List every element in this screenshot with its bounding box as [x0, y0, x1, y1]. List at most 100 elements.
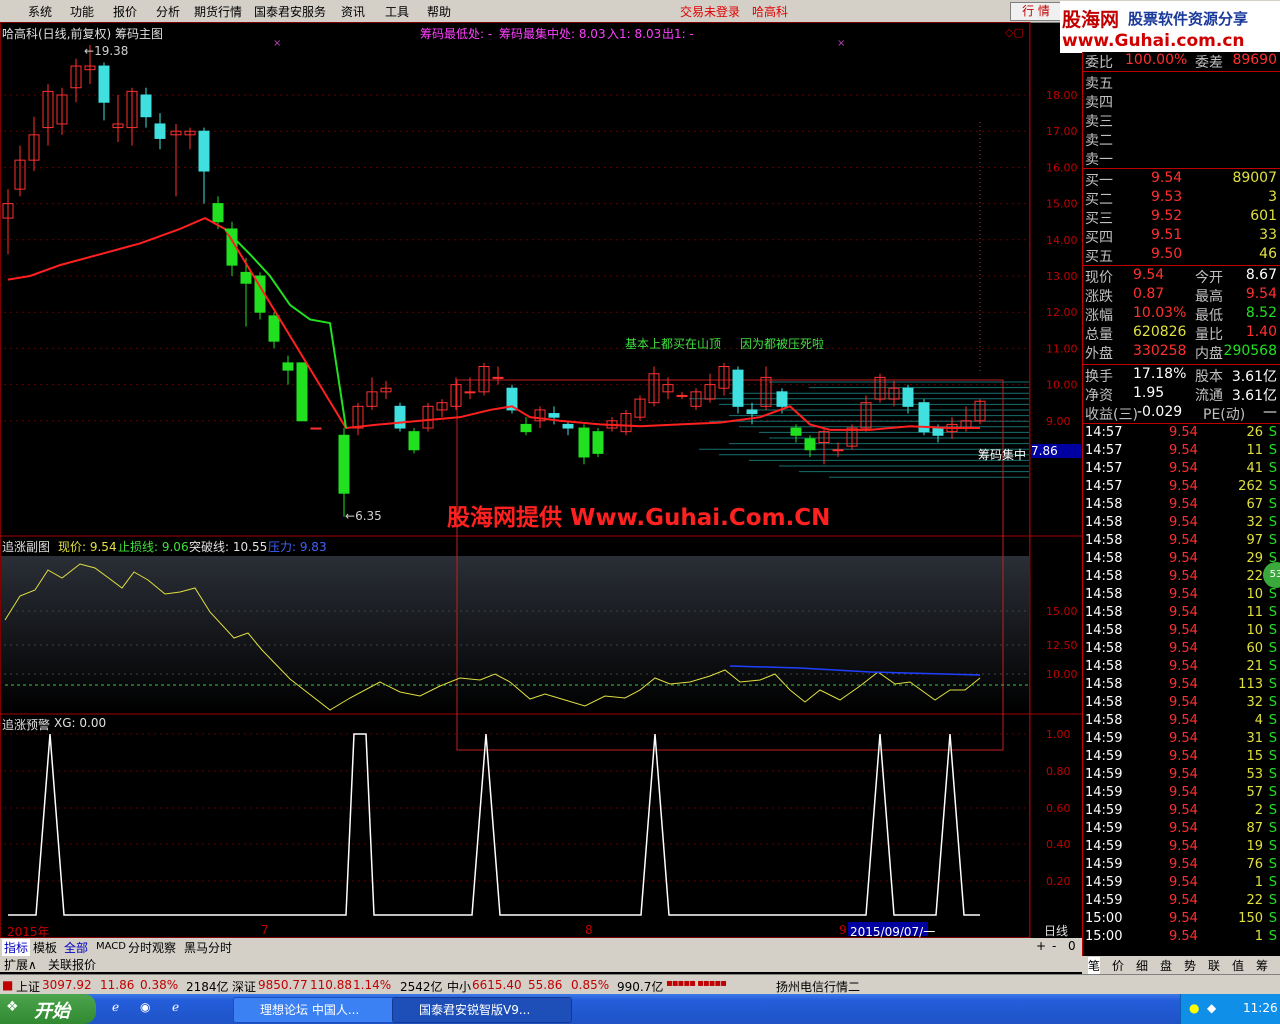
tray-icon-1[interactable]: ● [1189, 1001, 1199, 1015]
tick-price: 9.54 [1169, 461, 1198, 476]
zx-amount: 990.7亿 [617, 980, 664, 994]
candle-body[interactable] [296, 362, 308, 422]
candle-body[interactable] [338, 434, 350, 494]
menu-futures[interactable]: 期货行情 [194, 3, 242, 20]
rp-tab-trend[interactable]: 势 [1184, 957, 1196, 974]
tab-darkhorse[interactable]: 黑马分时 [184, 939, 232, 956]
tick-row: 14:59 9.54 1 S [1083, 875, 1280, 893]
tick-flag: S [1268, 443, 1277, 458]
tick-price: 9.54 [1169, 569, 1198, 584]
candle-body[interactable] [140, 94, 152, 118]
rp-tab-chips[interactable]: 筹 [1256, 957, 1268, 974]
candle-body[interactable] [790, 427, 802, 436]
menu-tools[interactable]: 工具 [385, 3, 409, 20]
quote-button[interactable]: 行 情 [1010, 2, 1062, 21]
buy-row[interactable]: 买二 9.53 3 [1083, 189, 1280, 208]
high-price-label: ←19.38 [84, 44, 129, 58]
quicklaunch-icon-3[interactable]: ℯ [172, 1000, 179, 1014]
candle-body[interactable] [408, 431, 420, 451]
tray-icon-2[interactable]: ◆ [1207, 1001, 1216, 1015]
sz-value: 9850.77 [258, 978, 308, 992]
menu-help[interactable]: 帮助 [427, 3, 451, 20]
candle-body[interactable] [520, 423, 532, 433]
tick-row: 14:58 9.54 113 S [1083, 677, 1280, 695]
expand-button[interactable]: 扩展∧ [4, 956, 37, 973]
candle-body[interactable] [776, 391, 788, 407]
tick-volume: 32 [1246, 515, 1263, 530]
sell-1-label[interactable]: 卖一 [1085, 149, 1113, 169]
candle-body[interactable] [240, 271, 252, 284]
candle-body[interactable] [746, 409, 758, 415]
candle-body[interactable] [676, 394, 688, 397]
tab-all[interactable]: 全部 [64, 939, 88, 956]
menu-system[interactable]: 系统 [28, 3, 52, 20]
candle-body[interactable] [98, 65, 110, 103]
menu-quote[interactable]: 报价 [113, 3, 137, 20]
scrolling-news[interactable]: 扬州电信行情二 [776, 978, 860, 995]
buy-row[interactable]: 买三 9.52 601 [1083, 208, 1280, 227]
candle-body[interactable] [394, 405, 406, 429]
sub2-xg: XG: 0.00 [54, 716, 107, 730]
sh-label[interactable]: 上证 [16, 978, 40, 995]
candle-body[interactable] [902, 387, 914, 407]
buy-row[interactable]: 买一 9.54 89007 [1083, 170, 1280, 189]
sell-4-label[interactable]: 卖四 [1085, 92, 1113, 112]
sz-label[interactable]: 深证 [232, 978, 256, 995]
rp-tab-price[interactable]: 价 [1112, 957, 1124, 974]
related-quote-button[interactable]: 关联报价 [48, 956, 96, 973]
low-price-label: ←6.35 [345, 509, 382, 523]
tab-intraday-watch[interactable]: 分时观察 [128, 939, 176, 956]
tab-indicator[interactable]: 指标 [2, 939, 31, 956]
zoom-in-button[interactable]: + [1036, 939, 1046, 953]
candle-body[interactable] [732, 369, 744, 407]
main-ytick: 14.00 [1046, 234, 1078, 247]
candle-body[interactable] [562, 423, 574, 429]
reset-button[interactable]: 0 [1068, 939, 1076, 953]
candle-body[interactable] [154, 123, 166, 139]
candle-body[interactable] [492, 376, 504, 379]
quicklaunch-icon-2[interactable]: ◉ [140, 1000, 150, 1014]
tab-macd[interactable]: MACD [96, 941, 126, 952]
chart-area[interactable]: 18.00 17.00 16.00 15.00 14.00 13.00 12.00 11.00… [0, 22, 1082, 938]
candle-body[interactable] [832, 449, 844, 452]
candle-body[interactable] [932, 427, 944, 436]
rp-tab-trades[interactable]: 笔 [1088, 957, 1101, 974]
candle-body[interactable] [804, 438, 816, 451]
candle-body[interactable] [578, 427, 590, 458]
candle-body[interactable] [548, 413, 560, 418]
login-status[interactable]: 交易未登录 [680, 3, 740, 20]
candlesticks[interactable] [2, 45, 986, 517]
tick-volume: 26 [1246, 425, 1263, 440]
fund-value: 17.18% [1133, 366, 1187, 382]
candle-body[interactable] [592, 431, 604, 454]
buy-row[interactable]: 买四 9.51 33 [1083, 227, 1280, 246]
candle-body[interactable] [282, 362, 294, 371]
rp-tab-value[interactable]: 值 [1232, 957, 1244, 974]
candle-body[interactable] [268, 315, 280, 342]
candle-body[interactable] [464, 391, 476, 394]
menu-function[interactable]: 功能 [70, 3, 94, 20]
menu-info[interactable]: 资讯 [341, 3, 365, 20]
rp-tab-detail[interactable]: 细 [1136, 957, 1148, 974]
start-button[interactable]: ❖ 开始 [0, 994, 96, 1024]
buy-row[interactable]: 买五 9.50 46 [1083, 246, 1280, 265]
menu-gtja-service[interactable]: 国泰君安服务 [254, 3, 326, 20]
tab-template[interactable]: 模板 [33, 939, 57, 956]
task-gtja[interactable]: 国泰君安锐智版V9... [392, 997, 572, 1023]
zoom-out-button[interactable]: - [1052, 939, 1056, 953]
sell-3-label[interactable]: 卖三 [1085, 111, 1113, 131]
chart-mode-icon[interactable]: ◇▢ [1005, 26, 1024, 39]
rp-tab-book[interactable]: 盘 [1160, 957, 1172, 974]
sell-2-label[interactable]: 卖二 [1085, 130, 1113, 150]
candle-body[interactable] [310, 427, 322, 430]
menu-analysis[interactable]: 分析 [156, 3, 180, 20]
sell-5-label[interactable]: 卖五 [1085, 73, 1113, 93]
tick-price: 9.54 [1169, 659, 1198, 674]
candle-body[interactable] [198, 130, 210, 172]
quicklaunch-ie-icon[interactable]: ℯ [112, 1000, 119, 1014]
period-label[interactable]: 日线 [1044, 922, 1068, 939]
candle-body[interactable] [212, 203, 224, 223]
zx-label[interactable]: 中小 [447, 978, 471, 995]
rp-tab-link[interactable]: 联 [1208, 957, 1220, 974]
task-forum[interactable]: 理想论坛 中国人... [233, 997, 403, 1023]
